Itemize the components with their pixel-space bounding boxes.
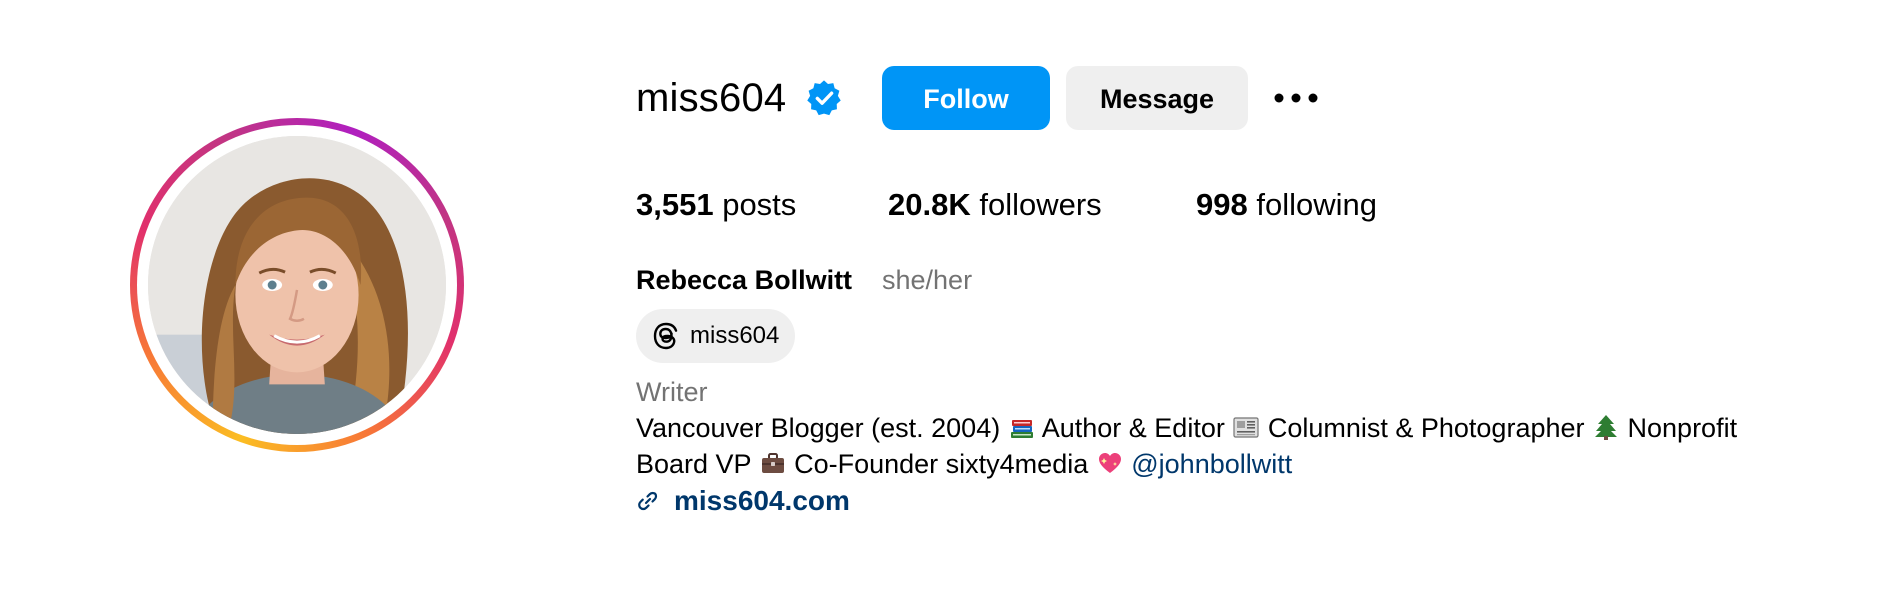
evergreen-tree-icon	[1592, 413, 1620, 441]
external-link[interactable]: miss604.com	[636, 482, 850, 520]
briefcase-icon	[759, 449, 787, 477]
followers-label: followers	[979, 187, 1102, 222]
profile-category: Writer	[636, 377, 708, 407]
followers-count: 20.8K	[888, 187, 971, 222]
message-button[interactable]: Message	[1066, 66, 1248, 130]
avatar-photo-image	[148, 136, 446, 434]
bio-mention-link[interactable]: @johnbollwitt	[1131, 449, 1292, 479]
newspaper-icon	[1232, 413, 1260, 441]
avatar[interactable]	[148, 136, 446, 434]
verified-badge-icon	[807, 80, 841, 116]
avatar-story-ring[interactable]	[130, 118, 464, 452]
follow-button[interactable]: Follow	[882, 66, 1050, 130]
following-label: following	[1256, 187, 1377, 222]
external-link-text: miss604.com	[674, 485, 850, 516]
posts-stat: 3,551 posts	[636, 185, 796, 225]
profile-full-name: Rebecca Bollwitt	[636, 265, 853, 295]
threads-handle: miss604	[690, 322, 780, 349]
books-icon	[1008, 413, 1036, 441]
profile-pronouns: she/her	[882, 265, 973, 295]
following-stat[interactable]: 998 following	[1196, 185, 1377, 225]
bio-text: Board VP	[636, 449, 759, 479]
posts-label: posts	[722, 187, 797, 222]
followers-stat[interactable]: 20.8K followers	[888, 185, 1102, 225]
following-count: 998	[1196, 187, 1248, 222]
more-options-icon[interactable]	[1270, 82, 1322, 114]
bio-text: Co-Founder sixty4media	[786, 449, 1096, 479]
threads-logo-icon	[653, 322, 678, 350]
threads-profile-link[interactable]: miss604	[636, 309, 796, 363]
posts-count: 3,551	[636, 187, 714, 222]
bio-text: Vancouver Blogger (est. 2004)	[636, 413, 1008, 443]
bio-text: Nonprofit	[1620, 413, 1738, 443]
bio-line-1: Vancouver Blogger (est. 2004) Author & E…	[636, 410, 1737, 446]
link-icon	[638, 491, 658, 511]
bio-text: Author & Editor	[1035, 413, 1233, 443]
bio-line-2: Board VP Co-Founder sixty4media @johnbol…	[636, 446, 1292, 482]
bio-text: Columnist & Photographer	[1260, 413, 1593, 443]
profile-username: miss604	[636, 76, 787, 120]
sparkling-heart-icon	[1096, 449, 1124, 477]
